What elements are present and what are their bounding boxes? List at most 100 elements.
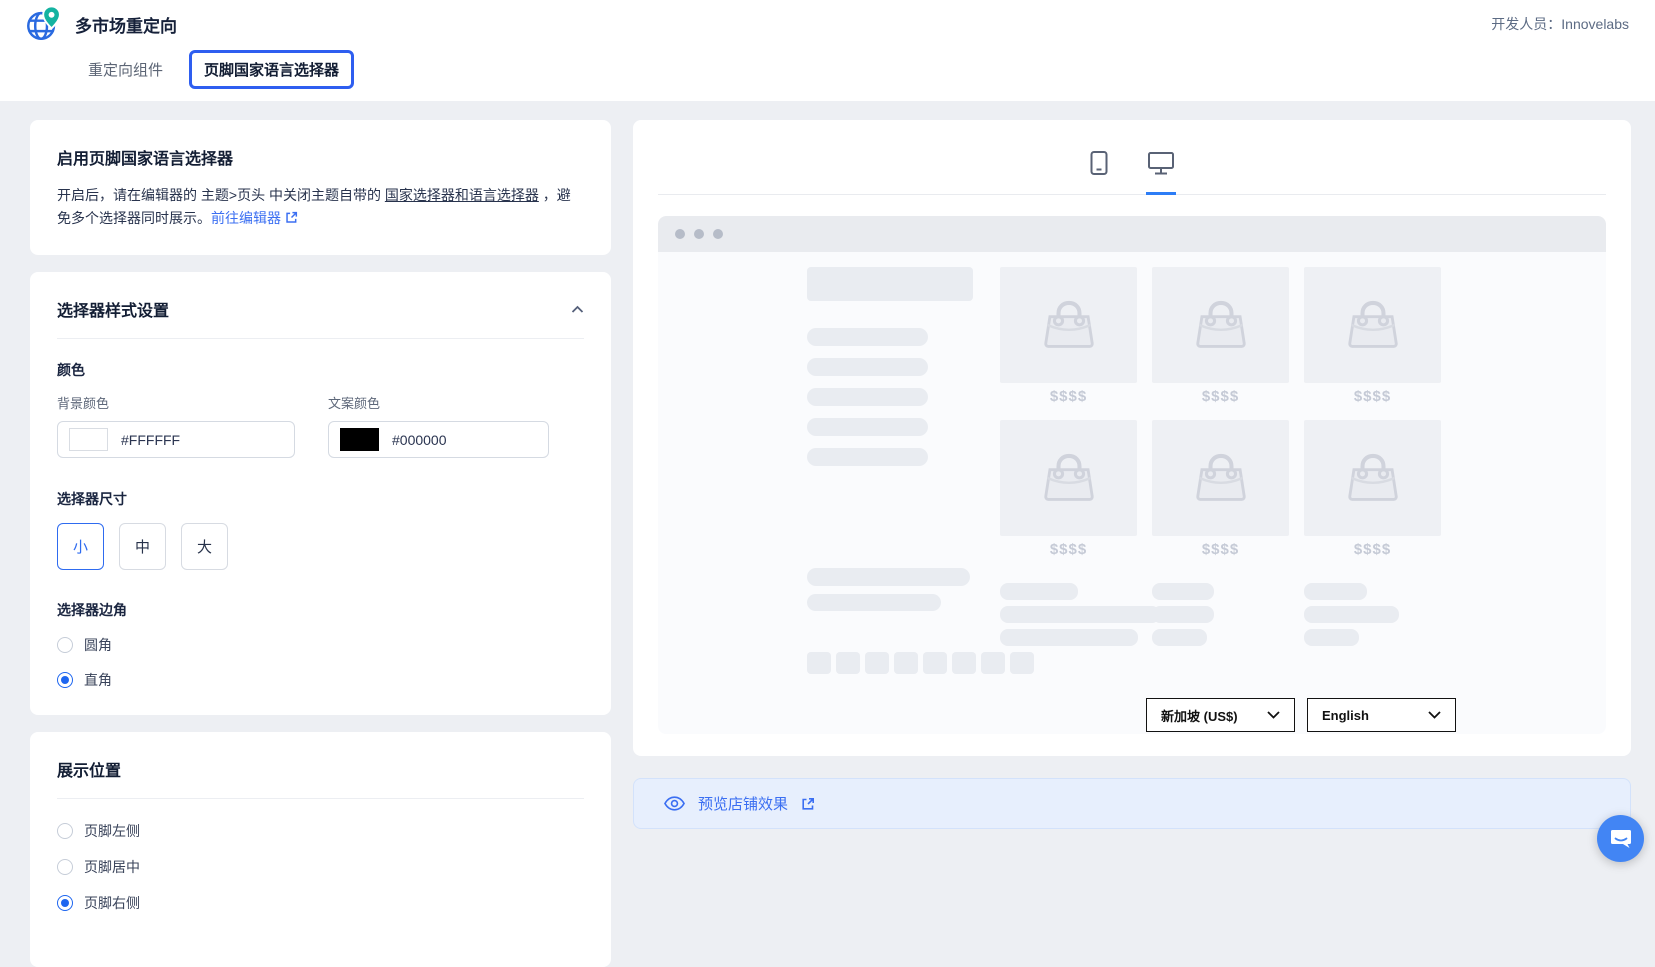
skeleton-caption-col	[1152, 583, 1289, 652]
radio-unselected-icon[interactable]	[57, 859, 73, 876]
skeleton-product-card: $$$$	[1304, 420, 1441, 573]
shopping-bag-icon	[1347, 300, 1398, 348]
skeleton-line	[1000, 629, 1138, 646]
radio-unselected-icon[interactable]	[57, 823, 73, 840]
radio-selected-icon[interactable]	[57, 895, 73, 912]
browser-dot	[675, 229, 685, 239]
style-card-title: 选择器样式设置	[57, 303, 170, 321]
corner-option-square[interactable]: 直角	[57, 670, 584, 690]
skeleton-caption-col	[1000, 583, 1160, 652]
radio-unselected-icon[interactable]	[57, 637, 73, 654]
background-color-input[interactable]: #FFFFFF	[57, 421, 295, 459]
chevron-down-icon	[1267, 711, 1280, 719]
chat-support-button[interactable]	[1597, 815, 1644, 862]
skeleton-product-card: $$$$	[1000, 420, 1137, 573]
skeleton-page-box	[981, 652, 1005, 674]
desktop-preview-tab[interactable]	[1142, 144, 1180, 194]
skeleton-product-card: $$$$	[1304, 267, 1441, 420]
size-button-large[interactable]: 大	[181, 523, 228, 571]
text-color-swatch[interactable]	[340, 428, 379, 452]
skeleton-line	[807, 358, 928, 376]
preview-store-link[interactable]: 预览店铺效果	[698, 793, 788, 814]
position-option-footer-left[interactable]: 页脚左侧	[57, 821, 584, 841]
background-color-label: 背景颜色	[57, 396, 110, 412]
skeleton-line	[807, 594, 941, 611]
main-content: 启用页脚国家语言选择器 开启后，请在编辑器的 主题>页头 中关闭主题自带的 国家…	[0, 101, 1655, 967]
text-color-label: 文案颜色	[328, 396, 381, 412]
skeleton-line	[807, 568, 970, 586]
price-placeholder: $$$$	[1049, 541, 1088, 558]
app-title: 多市场重定向	[75, 16, 177, 36]
size-button-small[interactable]: 小	[57, 523, 104, 571]
settings-column: 启用页脚国家语言选择器 开启后，请在编辑器的 主题>页头 中关闭主题自带的 国家…	[30, 120, 611, 967]
store-preview-frame: $$$$ $$$$ $$$$ $$$$ $$$$ $$$$ 新加坡 (US$) …	[658, 216, 1606, 734]
position-option-footer-right[interactable]: 页脚右侧	[57, 893, 584, 913]
skeleton-line	[1000, 606, 1160, 623]
product-image-placeholder	[1304, 267, 1441, 383]
tab-footer-selector[interactable]: 页脚国家语言选择器	[189, 50, 355, 89]
position-option-footer-center[interactable]: 页脚居中	[57, 857, 584, 877]
skeleton-product-card: $$$$	[1152, 420, 1289, 573]
skeleton-page-box	[865, 652, 889, 674]
size-section-label: 选择器尺寸	[57, 491, 127, 508]
preview-store-link-bar[interactable]: 预览店铺效果	[633, 778, 1631, 829]
chat-bubble-icon	[1610, 829, 1631, 848]
skeleton-caption-row	[1000, 583, 1441, 652]
collapse-chevron-up-icon[interactable]	[571, 305, 584, 314]
developer-label: 开发人员：Innovelabs	[1491, 16, 1629, 32]
browser-dot	[694, 229, 704, 239]
app-logo-globe-pin-icon	[24, 5, 62, 43]
country-selector-dropdown[interactable]: 新加坡 (US$)	[1146, 698, 1295, 732]
tab-bar: 重定向组件 页脚国家语言选择器	[0, 48, 1655, 101]
skeleton-page-box	[952, 652, 976, 674]
background-color-field: 背景颜色 #FFFFFF	[57, 393, 295, 459]
corner-option-rounded[interactable]: 圆角	[57, 635, 584, 655]
price-placeholder: $$$$	[1353, 388, 1392, 405]
mobile-preview-tab[interactable]	[1084, 144, 1114, 194]
price-placeholder: $$$$	[1201, 388, 1240, 405]
go-to-editor-link[interactable]: 前往编辑器	[211, 210, 298, 226]
price-placeholder: $$$$	[1201, 541, 1240, 558]
skeleton-line	[1304, 606, 1399, 623]
enable-selector-card: 启用页脚国家语言选择器 开启后，请在编辑器的 主题>页头 中关闭主题自带的 国家…	[30, 120, 611, 256]
text-color-input[interactable]: #000000	[328, 421, 549, 459]
tab-redirect-widget[interactable]: 重定向组件	[88, 51, 163, 88]
skeleton-line	[807, 418, 928, 436]
selector-style-card: 选择器样式设置 颜色 背景颜色 #FFFFFF 文案颜色 #000000 选择器…	[30, 272, 611, 716]
enable-card-title: 启用页脚国家语言选择器	[57, 151, 234, 168]
chevron-down-icon	[1428, 711, 1441, 719]
skeleton-product-card: $$$$	[1000, 267, 1137, 420]
background-color-swatch[interactable]	[69, 428, 108, 452]
skeleton-line	[1304, 583, 1367, 600]
skeleton-line	[1152, 583, 1214, 600]
text-color-value: #000000	[392, 431, 447, 448]
top-bar: 多市场重定向 开发人员：Innovelabs	[0, 0, 1655, 48]
size-button-medium[interactable]: 中	[119, 523, 166, 571]
background-color-value: #FFFFFF	[121, 431, 181, 448]
external-link-icon	[286, 212, 297, 223]
underlined-term: 国家选择器和语言选择器	[384, 187, 539, 203]
preview-column: $$$$ $$$$ $$$$ $$$$ $$$$ $$$$ 新加坡 (US$) …	[633, 120, 1631, 829]
skeleton-line	[1000, 583, 1078, 600]
product-image-placeholder	[1152, 267, 1289, 383]
language-selector-dropdown[interactable]: English	[1307, 698, 1456, 732]
card-divider	[57, 798, 584, 800]
enable-card-description: 开启后，请在编辑器的 主题>页头 中关闭主题自带的 国家选择器和语言选择器 ，避…	[57, 187, 571, 227]
skeleton-line	[807, 328, 928, 346]
shopping-bag-icon	[1043, 300, 1094, 348]
skeleton-line	[1152, 629, 1207, 646]
skeleton-page-box	[807, 652, 831, 674]
shopping-bag-icon	[1195, 453, 1246, 501]
skeleton-line	[807, 448, 928, 466]
browser-dot	[713, 229, 723, 239]
footer-selector-row: 新加坡 (US$) English	[1146, 698, 1456, 732]
radio-selected-icon[interactable]	[57, 672, 73, 689]
eye-icon	[664, 796, 685, 811]
shopping-bag-icon	[1043, 453, 1094, 501]
skeleton-page-box	[894, 652, 918, 674]
display-position-card: 展示位置 页脚左侧 页脚居中 页脚右侧	[30, 732, 611, 967]
skeleton-pagination	[807, 652, 1034, 674]
skeleton-product-card: $$$$	[1152, 267, 1289, 420]
price-placeholder: $$$$	[1049, 388, 1088, 405]
skeleton-block	[807, 267, 973, 301]
